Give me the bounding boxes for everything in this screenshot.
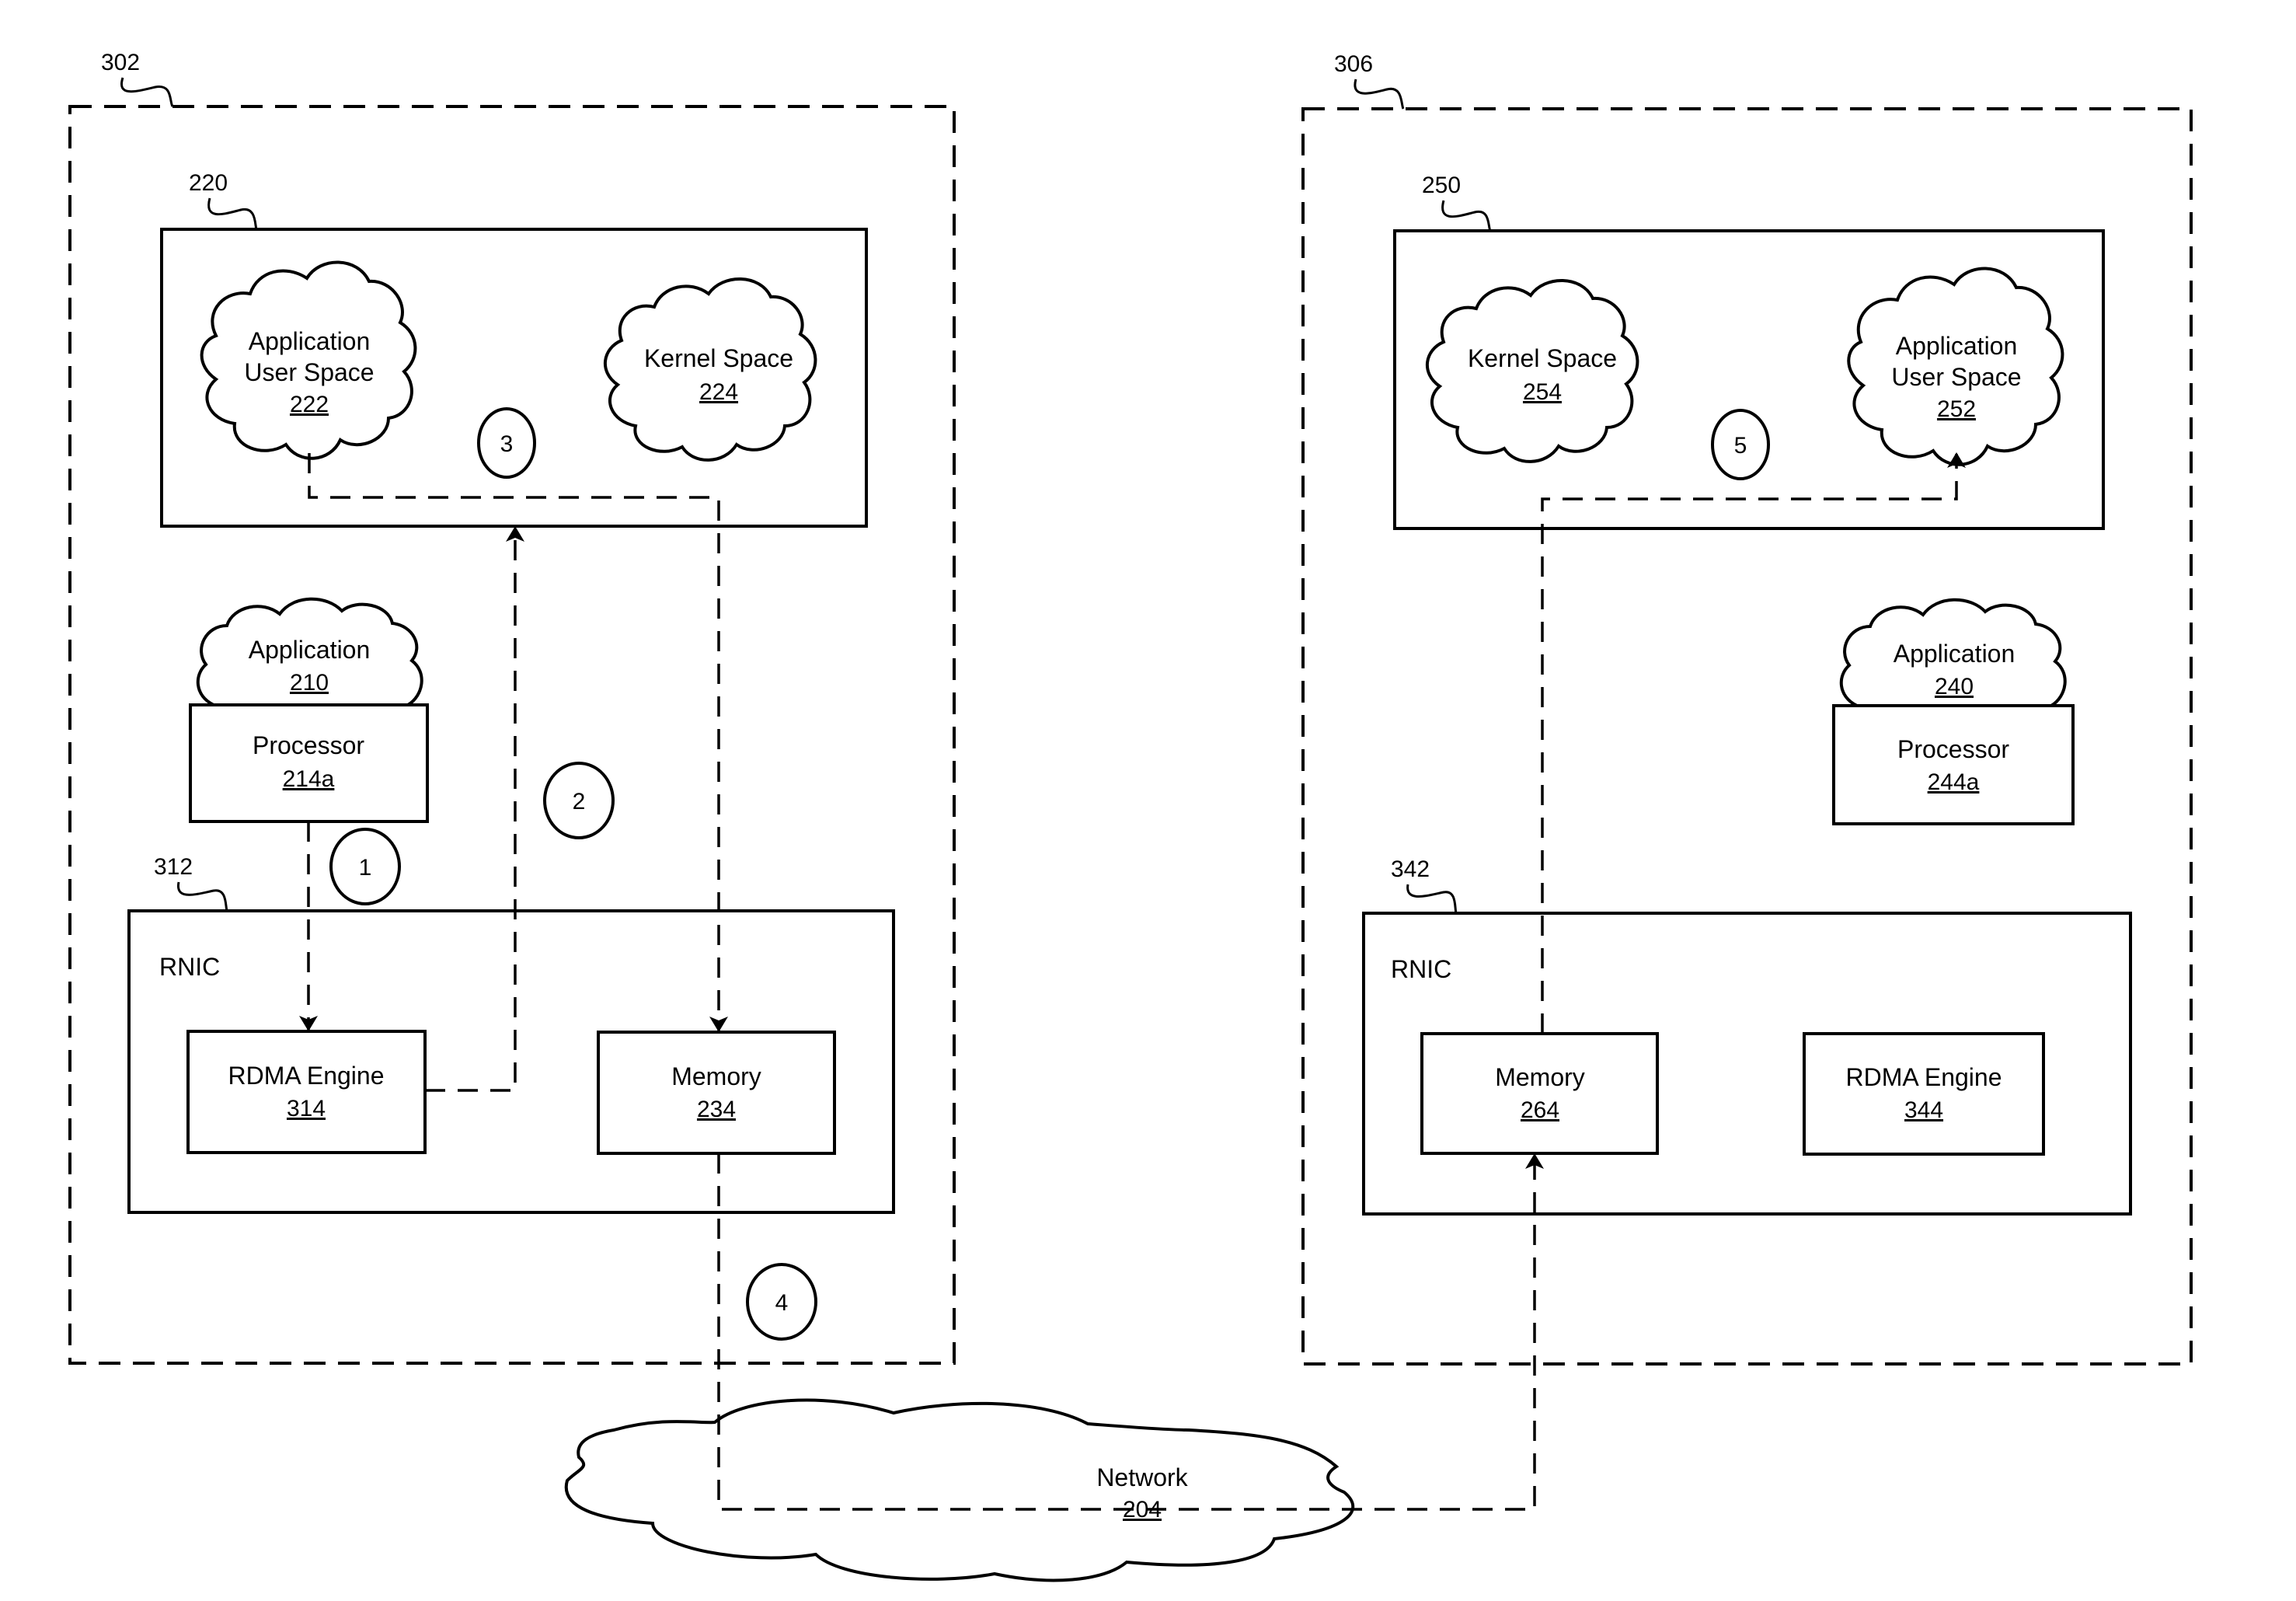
step-number: 5	[1734, 433, 1747, 459]
step-2-marker: 2	[543, 762, 615, 839]
rdma-engine-ref: 314	[287, 1096, 326, 1121]
cloud-ref: 252	[1937, 396, 1976, 422]
cloud-label-line1: Application	[1896, 332, 2018, 360]
subsystem-250-leader	[1441, 200, 1492, 232]
cloud-ref: 222	[290, 392, 329, 417]
cloud-ref: 254	[1523, 379, 1562, 405]
processor-label: Processor	[1897, 735, 2009, 763]
cloud-label-line1: Application	[1894, 640, 2016, 668]
rdma-engine-ref: 344	[1904, 1097, 1943, 1123]
network-label: Network	[1096, 1463, 1188, 1491]
host-306-leader	[1354, 78, 1405, 110]
memory-ref: 264	[1521, 1097, 1559, 1123]
rdma-engine-label: RDMA Engine	[1846, 1063, 2002, 1091]
subsystem-250-callout: 250	[1422, 173, 1461, 198]
cloud-label-line2: User Space	[244, 358, 374, 386]
host-302-callout: 302	[101, 50, 140, 75]
rnic-312-label: RNIC	[159, 953, 220, 981]
network-cloud-shape	[564, 1398, 1355, 1582]
cloud-kernel-space-224: Kernel Space 224	[604, 277, 817, 462]
host-306: 306 250 Kernel Space 254 5 Application U…	[1301, 51, 2193, 1366]
rdma-engine-box	[186, 1030, 427, 1154]
step-number: 1	[359, 855, 372, 881]
cloud-label-line1: Kernel Space	[1468, 344, 1617, 372]
step-5-marker: 5	[1711, 409, 1770, 480]
memory-ref: 234	[697, 1097, 736, 1122]
rdma-engine-box	[1803, 1032, 2045, 1156]
processor-ref: 244a	[1928, 769, 1980, 795]
processor-214a: Processor 214a	[189, 703, 429, 823]
memory-234: Memory 234	[597, 1031, 836, 1155]
processor-label: Processor	[253, 731, 364, 759]
cloud-label-line1: Application	[249, 636, 371, 664]
rnic-342-leader	[1406, 884, 1458, 914]
network-204: Network 204	[564, 1398, 1355, 1582]
memory-264: Memory 264	[1420, 1032, 1659, 1155]
rdma-engine-label: RDMA Engine	[228, 1062, 385, 1090]
rnic-312-leader	[177, 881, 228, 912]
cloud-ref: 210	[290, 670, 329, 696]
processor-244a: Processor 244a	[1832, 704, 2075, 825]
cloud-application-210: Application 210	[196, 597, 423, 706]
memory-label: Memory	[671, 1062, 761, 1090]
memory-box	[1420, 1032, 1659, 1155]
step-number: 3	[500, 431, 514, 457]
rdma-data-flow-diagram: 302 220 Application User Space 222 Kerne…	[68, 50, 2193, 1582]
host-302: 302 220 Application User Space 222 Kerne…	[68, 50, 956, 1365]
memory-label: Memory	[1495, 1063, 1585, 1091]
rdma-engine-344: RDMA Engine 344	[1803, 1032, 2045, 1156]
subsystem-220-callout: 220	[189, 170, 228, 196]
processor-box	[1832, 704, 2075, 825]
step-3-marker: 3	[477, 407, 536, 479]
step-number: 2	[573, 789, 586, 814]
step-number: 4	[775, 1290, 789, 1316]
subsystem-220-leader	[207, 197, 258, 230]
rdma-engine-314: RDMA Engine 314	[186, 1030, 427, 1154]
cloud-label-line1: Kernel Space	[644, 344, 793, 372]
cloud-kernel-space-254: Kernel Space 254	[1426, 279, 1639, 463]
step-1-marker: 1	[329, 828, 401, 905]
memory-box	[597, 1031, 836, 1155]
cloud-ref: 240	[1935, 674, 1974, 699]
processor-box	[189, 703, 429, 823]
host-302-leader	[120, 77, 174, 107]
processor-ref: 214a	[283, 766, 335, 792]
rnic-342-label: RNIC	[1391, 955, 1451, 983]
cloud-ref: 224	[699, 379, 738, 405]
rnic-312-callout: 312	[154, 854, 193, 880]
step-4-marker: 4	[746, 1263, 817, 1341]
cloud-label-line2: User Space	[1891, 363, 2021, 391]
host-306-callout: 306	[1334, 51, 1373, 77]
cloud-label-line1: Application	[249, 327, 371, 355]
cloud-application-240: Application 240	[1839, 598, 2067, 707]
rnic-342-callout: 342	[1391, 856, 1430, 882]
